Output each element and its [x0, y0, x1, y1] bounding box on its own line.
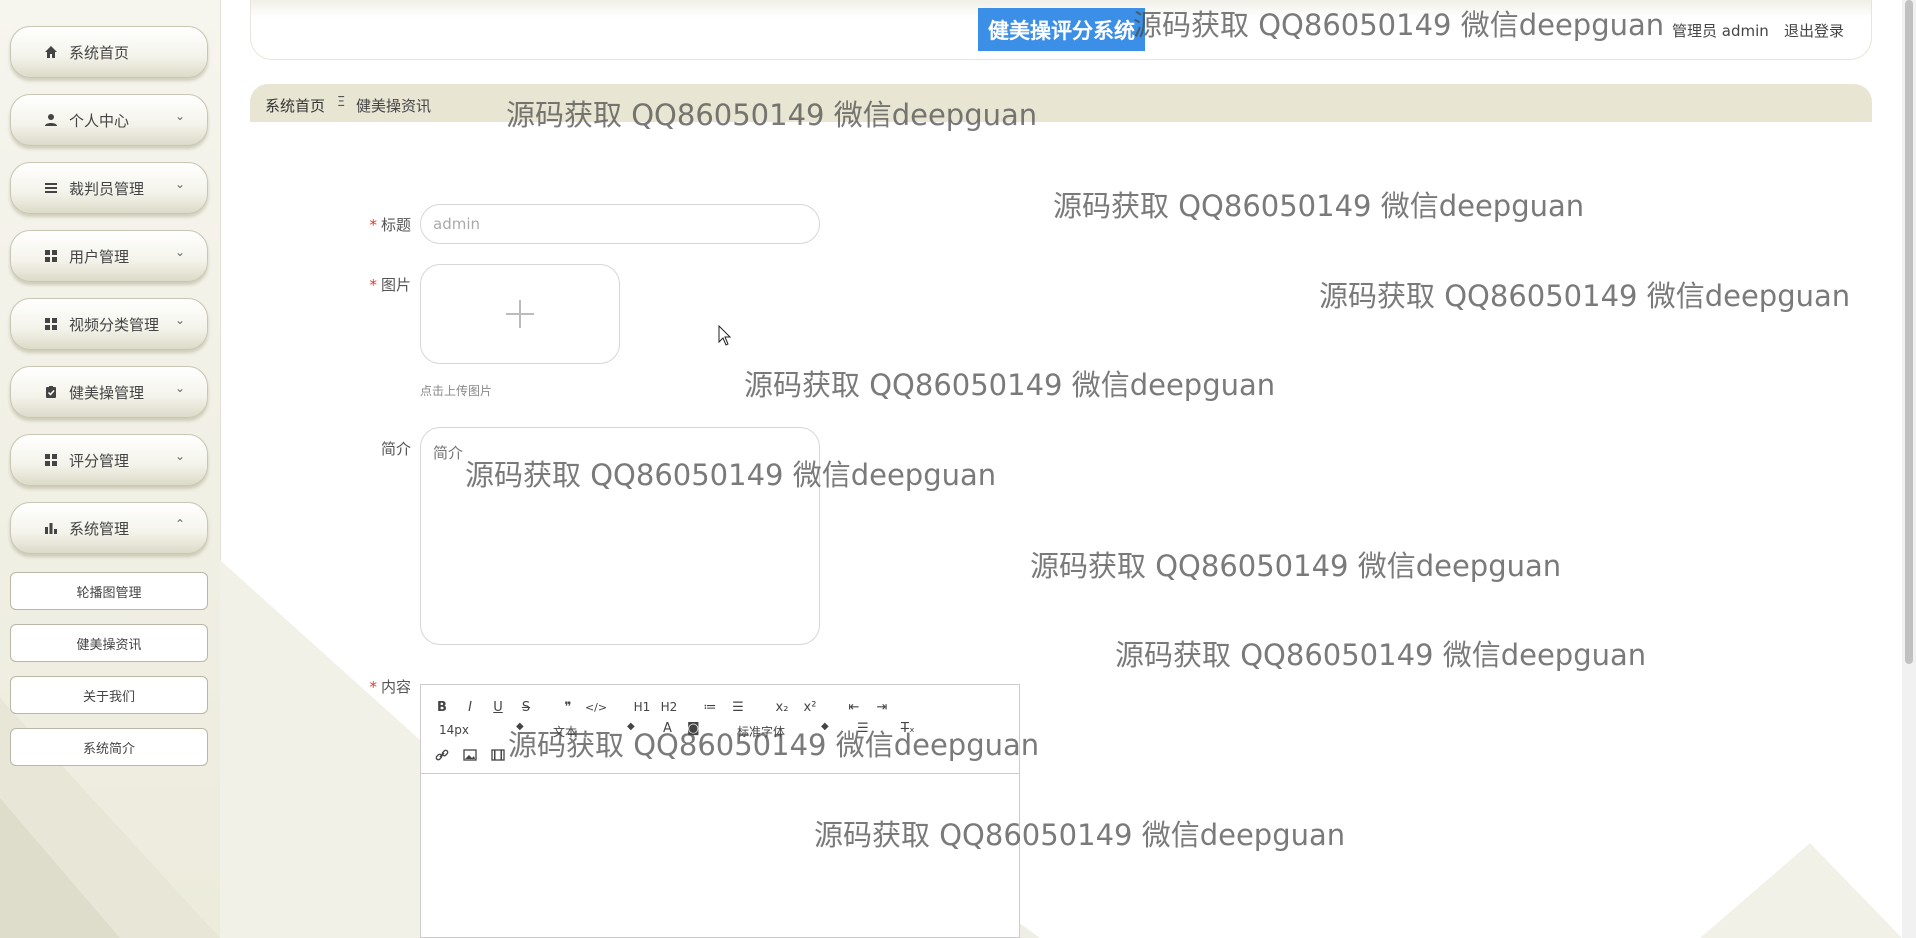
font-size-select[interactable]: 14px	[439, 723, 469, 737]
sidebar-item-personal-center[interactable]: 个人中心 ⌄	[10, 94, 208, 146]
image-icon[interactable]	[461, 745, 479, 765]
breadcrumb: 系统首页 Ξ 健美操资讯	[250, 84, 1872, 122]
scrollbar-thumb[interactable]	[1905, 0, 1913, 664]
sidebar-subitem-system-intro[interactable]: 系统简介	[10, 728, 208, 766]
heading1-button[interactable]: H1	[631, 697, 653, 717]
clear-format-icon[interactable]: T̶ₓ	[901, 721, 915, 736]
sidebar-item-user-management[interactable]: 用户管理 ⌄	[10, 230, 208, 282]
select-arrow-icon: ◆	[627, 721, 635, 732]
align-icon[interactable]: ☰	[857, 721, 869, 736]
breadcrumb-home[interactable]: 系统首页	[265, 95, 325, 116]
chevron-up-icon: ⌃	[174, 517, 185, 531]
grid-icon	[43, 452, 59, 468]
font-color-icon[interactable]: A	[663, 721, 672, 736]
intro-label: 简介	[380, 440, 411, 458]
grid-icon	[43, 248, 59, 264]
link-icon[interactable]	[433, 745, 451, 765]
intro-textarea[interactable]	[420, 427, 820, 645]
select-arrow-icon: ◆	[516, 721, 524, 732]
required-mark: *	[369, 216, 377, 234]
sidebar-item-label: 系统管理	[69, 519, 130, 538]
system-title: 健美操评分系统	[978, 8, 1145, 51]
sidebar-item-score-management[interactable]: 评分管理 ⌄	[10, 434, 208, 486]
list-icon	[43, 180, 59, 196]
sidebar-item-label: 评分管理	[69, 451, 130, 470]
background-color-icon[interactable]: ◙	[687, 721, 700, 736]
content-label-text: 内容	[380, 678, 411, 696]
grid-icon	[43, 316, 59, 332]
indent-button[interactable]: ⇥	[873, 697, 891, 717]
sidebar-item-label: 视频分类管理	[69, 315, 160, 334]
user-icon	[43, 112, 59, 128]
chevron-down-icon: ⌄	[174, 449, 185, 463]
breadcrumb-current: 健美操资讯	[356, 97, 432, 115]
sidebar-item-label: 系统首页	[69, 43, 130, 62]
text-style-select[interactable]: 文本	[553, 723, 577, 740]
required-mark: *	[369, 276, 377, 294]
page-scrollbar[interactable]	[1902, 0, 1916, 938]
sidebar-subitem-about-us[interactable]: 关于我们	[10, 676, 208, 714]
breadcrumb-separator-icon: Ξ	[337, 95, 346, 110]
sidebar-item-label: 用户管理	[69, 247, 130, 266]
sidebar-subitem-aerobics-news[interactable]: 健美操资讯	[10, 624, 208, 662]
select-arrow-icon: ◆	[821, 721, 829, 732]
italic-button[interactable]: I	[461, 697, 479, 717]
title-input[interactable]	[420, 204, 820, 244]
sidebar-item-home[interactable]: 系统首页	[10, 26, 208, 78]
editor-toolbar: B I U S ❞ </> H1 H2 ≔ ☰ x₂ x² ⇤ ⇥ 14px ◆…	[421, 685, 1019, 774]
underline-button[interactable]: U	[489, 697, 507, 717]
code-block-button[interactable]: </>	[585, 697, 607, 717]
strike-button[interactable]: S	[517, 697, 535, 717]
chevron-down-icon: ⌄	[174, 381, 185, 395]
sidebar-item-label: 个人中心	[69, 111, 130, 130]
sidebar-item-label: 裁判员管理	[69, 179, 145, 198]
title-label-text: 标题	[380, 216, 411, 234]
rich-text-editor: B I U S ❞ </> H1 H2 ≔ ☰ x₂ x² ⇤ ⇥ 14px ◆…	[420, 684, 1020, 938]
outdent-button[interactable]: ⇤	[845, 697, 863, 717]
sidebar-item-system-management[interactable]: 系统管理 ⌃	[10, 502, 208, 554]
home-icon	[43, 44, 59, 60]
title-label: * 标题	[366, 214, 411, 235]
heading2-button[interactable]: H2	[658, 697, 680, 717]
sidebar-item-label: 健美操管理	[69, 383, 145, 402]
bold-button[interactable]: B	[433, 697, 451, 717]
logout-link[interactable]: 退出登录	[1784, 20, 1844, 41]
content-label: * 内容	[366, 676, 411, 697]
bullet-list-button[interactable]: ☰	[729, 697, 747, 717]
font-family-select[interactable]: 标准字体	[737, 723, 785, 740]
sidebar-subitem-carousel-management[interactable]: 轮播图管理	[10, 572, 208, 610]
chevron-down-icon: ⌄	[174, 177, 185, 191]
blockquote-button[interactable]: ❞	[559, 697, 577, 717]
chevron-down-icon: ⌄	[174, 313, 185, 327]
bar-chart-icon	[43, 520, 59, 536]
sidebar-item-referee-management[interactable]: 裁判员管理 ⌄	[10, 162, 208, 214]
user-info: 管理员 admin	[1672, 22, 1769, 40]
video-icon[interactable]	[489, 745, 507, 765]
sidebar: 系统首页 个人中心 ⌄ 裁判员管理 ⌄ 用户管理 ⌄ 视频分类管理 ⌄ 健美操管…	[0, 0, 221, 938]
image-label-text: 图片	[380, 276, 411, 294]
sidebar-item-aerobics-management[interactable]: 健美操管理 ⌄	[10, 366, 208, 418]
image-label: * 图片	[366, 274, 411, 295]
sidebar-item-video-category-management[interactable]: 视频分类管理 ⌄	[10, 298, 208, 350]
required-mark: *	[369, 678, 377, 696]
upload-hint: 点击上传图片	[420, 384, 493, 398]
plus-icon	[506, 300, 534, 328]
subscript-button[interactable]: x₂	[773, 697, 791, 717]
chevron-down-icon: ⌄	[174, 245, 185, 259]
clipboard-icon	[43, 384, 59, 400]
ordered-list-button[interactable]: ≔	[701, 697, 719, 717]
image-upload[interactable]	[420, 264, 620, 364]
superscript-button[interactable]: x²	[801, 697, 819, 717]
mouse-cursor-icon	[718, 325, 732, 346]
chevron-down-icon: ⌄	[174, 109, 185, 123]
